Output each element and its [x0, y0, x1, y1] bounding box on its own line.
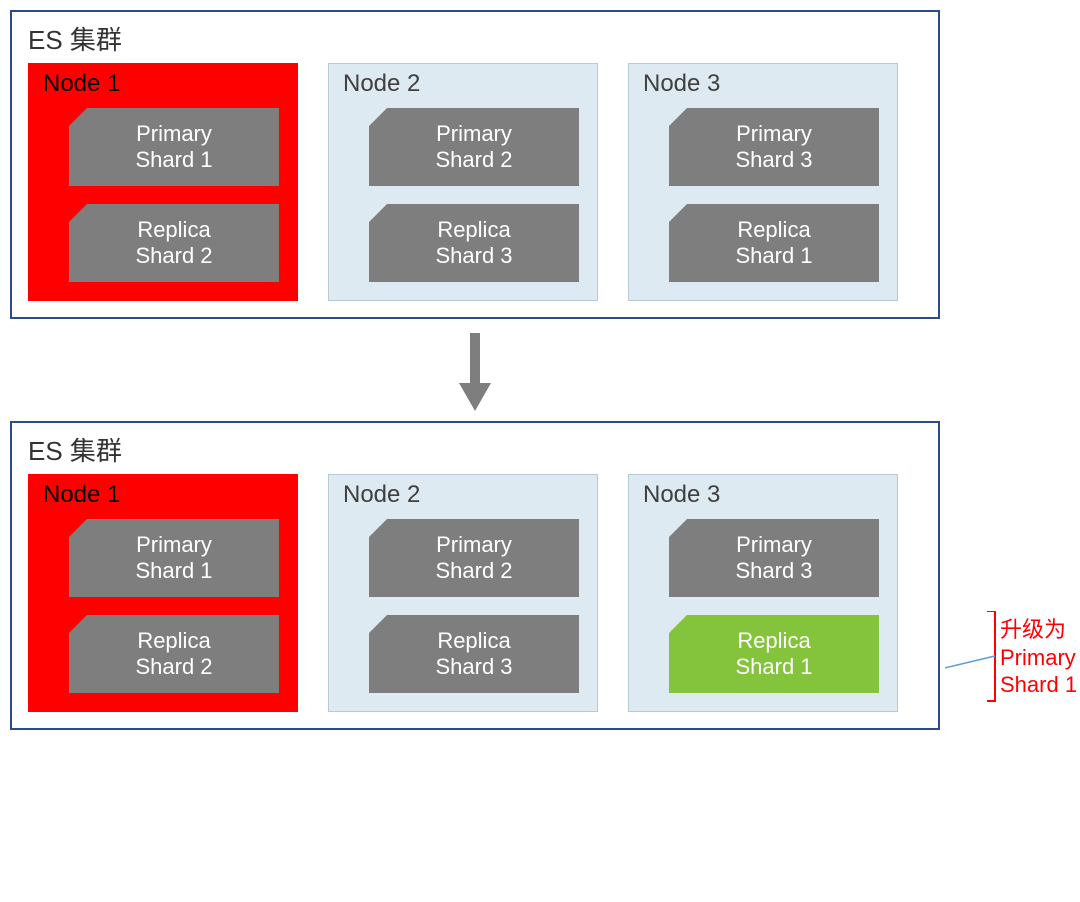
shard-line1: Primary [736, 121, 812, 147]
callout-line3: Shard 1 [1000, 671, 1077, 699]
shard-line1: Primary [436, 121, 512, 147]
callout-text: 升级为 Primary Shard 1 [1000, 616, 1077, 699]
shard-line2: Shard 2 [435, 147, 512, 173]
shard-line2: Shard 3 [435, 654, 512, 680]
primary-shard-3: Primary Shard 3 [669, 519, 879, 597]
replica-shard-1: Replica Shard 1 [669, 204, 879, 282]
primary-shard-1: Primary Shard 1 [69, 519, 279, 597]
shard-line2: Shard 1 [735, 654, 812, 680]
callout-line2: Primary [1000, 644, 1077, 672]
shard-line2: Shard 3 [735, 558, 812, 584]
primary-shard-2: Primary Shard 2 [369, 108, 579, 186]
shard-line2: Shard 3 [735, 147, 812, 173]
shard-line1: Primary [736, 532, 812, 558]
shard-line1: Replica [137, 628, 210, 654]
node-3: Node 3 Primary Shard 3 Replica Shard 1 [628, 63, 898, 301]
primary-shard-1: Primary Shard 1 [69, 108, 279, 186]
node-1: Node 1 Primary Shard 1 Replica Shard 2 [28, 63, 298, 301]
node-1: Node 1 Primary Shard 1 Replica Shard 2 [28, 474, 298, 712]
shard-line1: Primary [136, 532, 212, 558]
cluster-title: ES 集群 [28, 431, 922, 468]
node-title: Node 1 [43, 481, 287, 509]
shard-line2: Shard 2 [135, 243, 212, 269]
shard-line1: Replica [137, 217, 210, 243]
shard-line2: Shard 1 [135, 147, 212, 173]
shard-line1: Replica [737, 628, 810, 654]
nodes-row: Node 1 Primary Shard 1 Replica Shard 2 N… [28, 63, 922, 301]
shard-line1: Primary [136, 121, 212, 147]
callout-bracket: 升级为 Primary Shard 1 [945, 611, 1080, 741]
shard-line1: Replica [737, 217, 810, 243]
primary-shard-2: Primary Shard 2 [369, 519, 579, 597]
replica-shard-2: Replica Shard 2 [69, 204, 279, 282]
shard-line2: Shard 3 [435, 243, 512, 269]
primary-shard-3: Primary Shard 3 [669, 108, 879, 186]
arrow-down-icon [10, 333, 940, 411]
shard-line1: Replica [437, 217, 510, 243]
shard-line1: Replica [437, 628, 510, 654]
replica-shard-1-promoted: Replica Shard 1 [669, 615, 879, 693]
replica-shard-3: Replica Shard 3 [369, 615, 579, 693]
node-2: Node 2 Primary Shard 2 Replica Shard 3 [328, 474, 598, 712]
nodes-row: Node 1 Primary Shard 1 Replica Shard 2 N… [28, 474, 922, 712]
node-2: Node 2 Primary Shard 2 Replica Shard 3 [328, 63, 598, 301]
node-title: Node 3 [643, 481, 887, 509]
node-3: Node 3 Primary Shard 3 Replica Shard 1 [628, 474, 898, 712]
cluster-bottom-row: ES 集群 Node 1 Primary Shard 1 Replica Sha… [10, 421, 1070, 730]
replica-shard-2: Replica Shard 2 [69, 615, 279, 693]
shard-line2: Shard 1 [735, 243, 812, 269]
node-title: Node 2 [343, 481, 587, 509]
shard-line2: Shard 1 [135, 558, 212, 584]
shard-line2: Shard 2 [135, 654, 212, 680]
shard-line2: Shard 2 [435, 558, 512, 584]
cluster-top: ES 集群 Node 1 Primary Shard 1 Replica Sha… [10, 10, 940, 319]
cluster-bottom: ES 集群 Node 1 Primary Shard 1 Replica Sha… [10, 421, 940, 730]
callout-line1: 升级为 [1000, 616, 1077, 644]
shard-line1: Primary [436, 532, 512, 558]
node-title: Node 3 [643, 70, 887, 98]
replica-shard-3: Replica Shard 3 [369, 204, 579, 282]
node-title: Node 1 [43, 70, 287, 98]
cluster-title: ES 集群 [28, 20, 922, 57]
node-title: Node 2 [343, 70, 587, 98]
